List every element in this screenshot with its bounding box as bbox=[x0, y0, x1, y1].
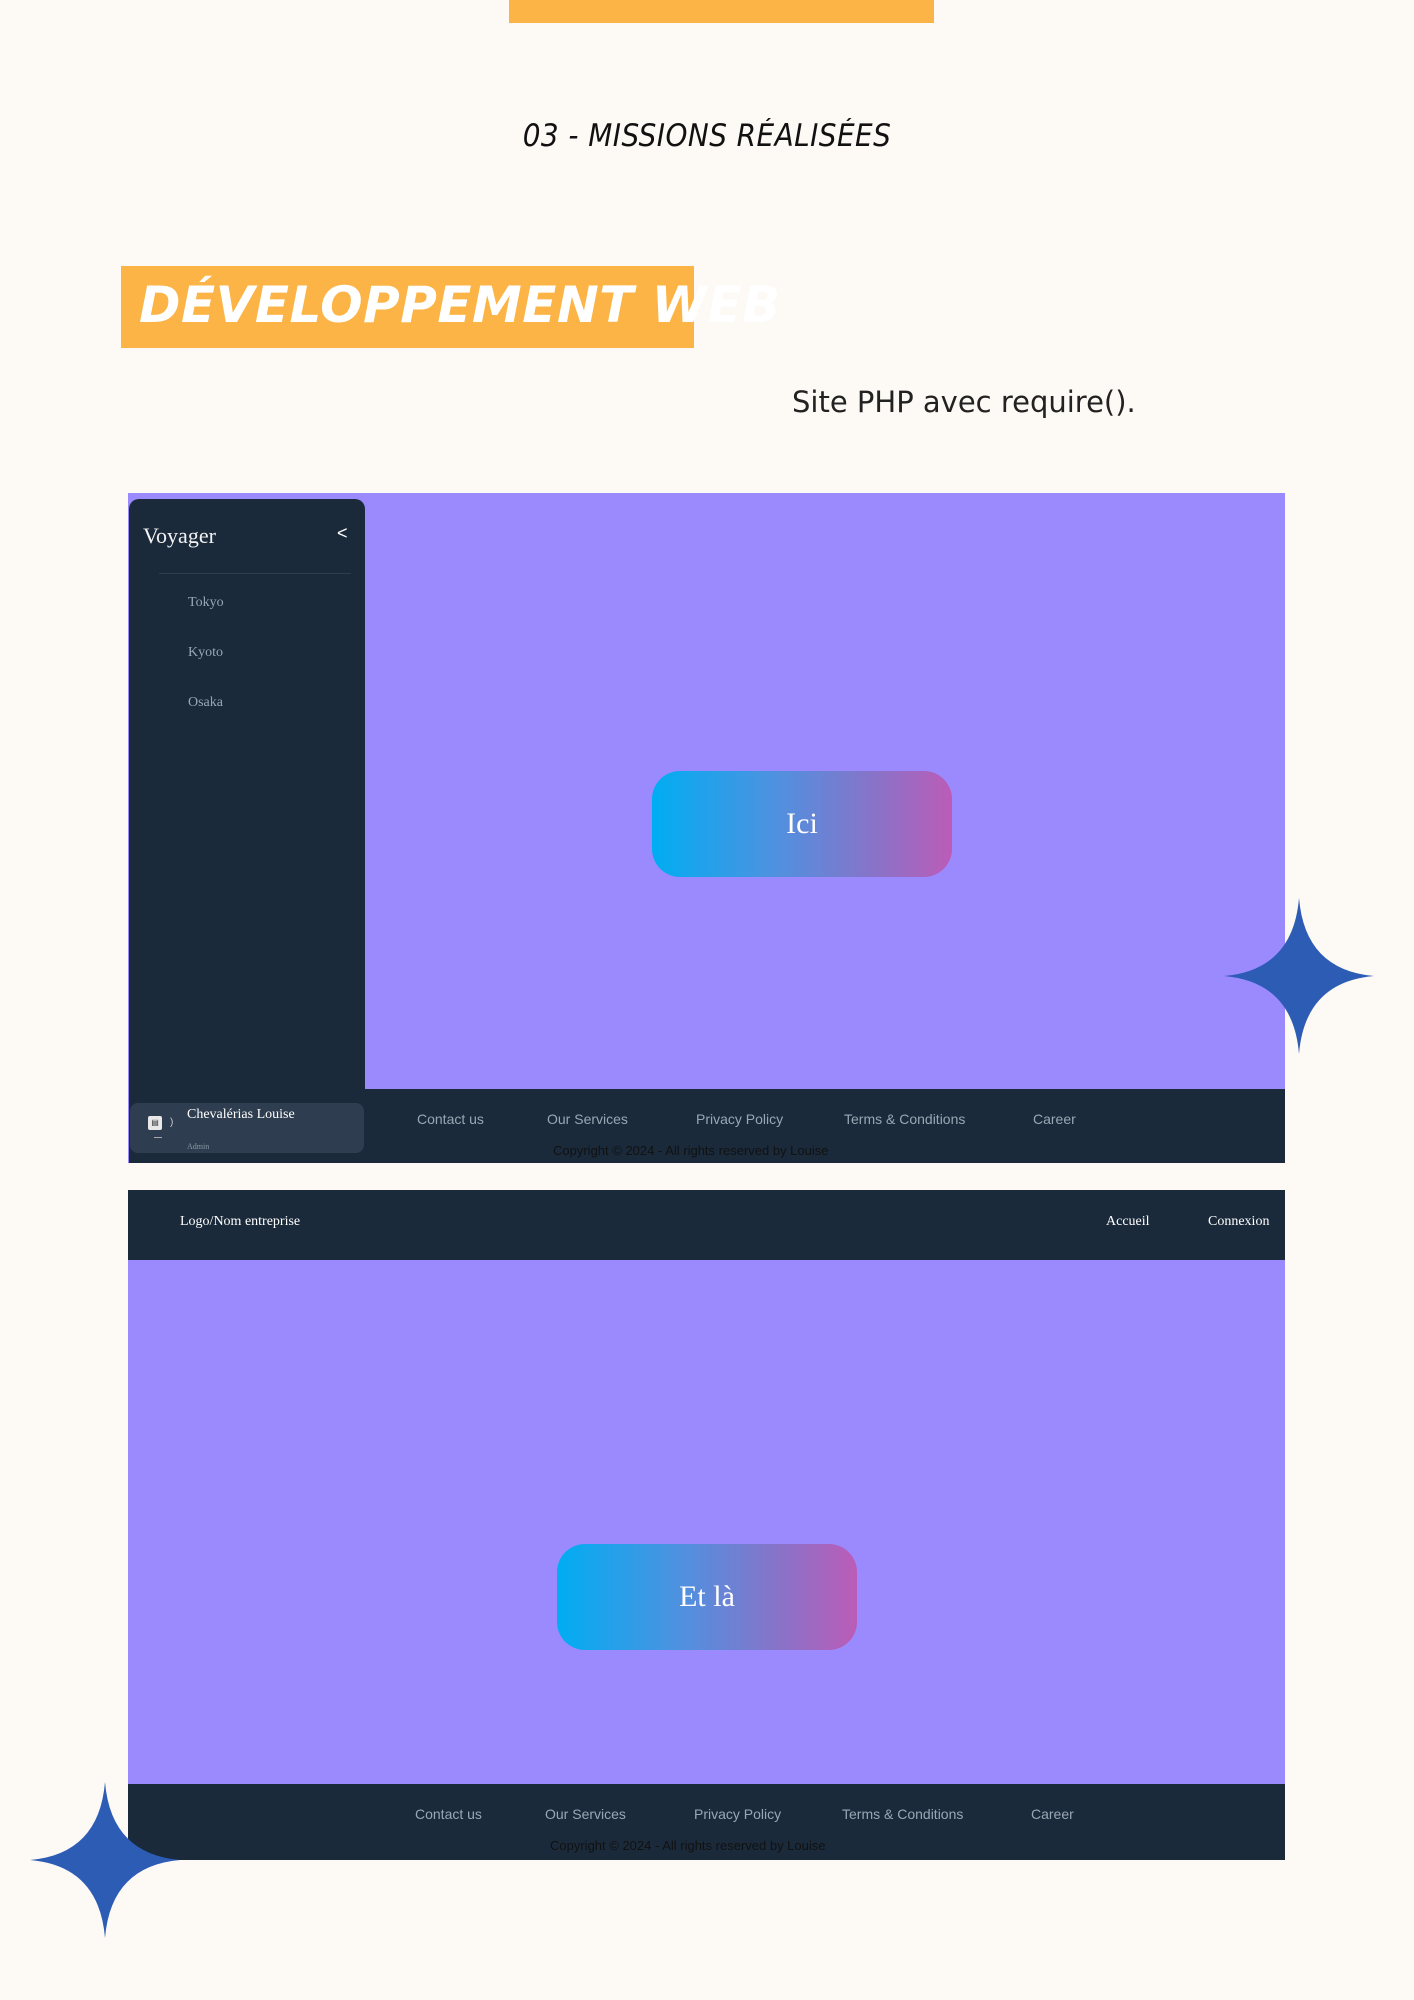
description-text: Site PHP avec require(). bbox=[792, 385, 1136, 419]
footer-link-terms[interactable]: Terms & Conditions bbox=[844, 1111, 965, 1127]
ici-button[interactable]: Ici bbox=[652, 771, 952, 877]
avatar-icon: ▤ bbox=[148, 1116, 162, 1130]
screenshot-header-layout: Logo/Nom entreprise Accueil Connexion Et… bbox=[128, 1190, 1285, 1860]
sidebar-item-tokyo[interactable]: Tokyo bbox=[188, 595, 224, 611]
section-title: 03 - MISSIONS RÉALISÉES bbox=[522, 118, 892, 154]
chevron-icon: ) bbox=[170, 1117, 174, 1128]
sidebar-title: Voyager bbox=[143, 523, 216, 548]
et-la-button[interactable]: Et là bbox=[557, 1544, 857, 1650]
footer-link-terms[interactable]: Terms & Conditions bbox=[842, 1806, 963, 1822]
heading-banner: DÉVELOPPEMENT WEB bbox=[121, 266, 780, 348]
page-heading: DÉVELOPPEMENT WEB bbox=[139, 276, 781, 334]
nav-link-connexion[interactable]: Connexion bbox=[1208, 1214, 1269, 1230]
sparkle-star-icon bbox=[1224, 898, 1374, 1054]
nav-link-accueil[interactable]: Accueil bbox=[1106, 1214, 1150, 1230]
footer-copyright: Copyright © 2024 - All rights reserved b… bbox=[553, 1143, 829, 1158]
header: Logo/Nom entreprise Accueil Connexion bbox=[128, 1190, 1285, 1260]
sidebar-item-kyoto[interactable]: Kyoto bbox=[188, 645, 223, 661]
footer-link-services[interactable]: Our Services bbox=[547, 1111, 628, 1127]
sidebar-divider bbox=[159, 573, 351, 574]
sidebar-collapse-button[interactable]: < bbox=[337, 523, 348, 544]
footer-copyright: Copyright © 2024 - All rights reserved b… bbox=[550, 1838, 826, 1853]
footer-link-career[interactable]: Career bbox=[1033, 1111, 1076, 1127]
footer-link-contact[interactable]: Contact us bbox=[415, 1806, 482, 1822]
user-profile-card[interactable]: ▤ ) Chevalérias Louise Admin bbox=[130, 1103, 364, 1153]
logo-text[interactable]: Logo/Nom entreprise bbox=[180, 1214, 300, 1230]
footer-link-services[interactable]: Our Services bbox=[545, 1806, 626, 1822]
footer-link-contact[interactable]: Contact us bbox=[417, 1111, 484, 1127]
sparkle-star-icon bbox=[30, 1782, 180, 1938]
top-accent-bar bbox=[509, 0, 934, 23]
footer-link-privacy[interactable]: Privacy Policy bbox=[694, 1806, 781, 1822]
divider bbox=[154, 1137, 162, 1138]
footer-link-privacy[interactable]: Privacy Policy bbox=[696, 1111, 783, 1127]
screenshot-sidebar-layout: Voyager < Tokyo Kyoto Osaka ▤ ) Chevalér… bbox=[128, 493, 1285, 1163]
sidebar-item-osaka[interactable]: Osaka bbox=[188, 695, 223, 711]
footer: Contact us Our Services Privacy Policy T… bbox=[128, 1784, 1285, 1860]
footer-link-career[interactable]: Career bbox=[1031, 1806, 1074, 1822]
profile-name: Chevalérias Louise bbox=[187, 1107, 295, 1122]
sidebar: Voyager < Tokyo Kyoto Osaka bbox=[129, 499, 365, 1163]
profile-role: Admin bbox=[187, 1142, 210, 1151]
footer: Contact us Our Services Privacy Policy T… bbox=[365, 1089, 1285, 1163]
